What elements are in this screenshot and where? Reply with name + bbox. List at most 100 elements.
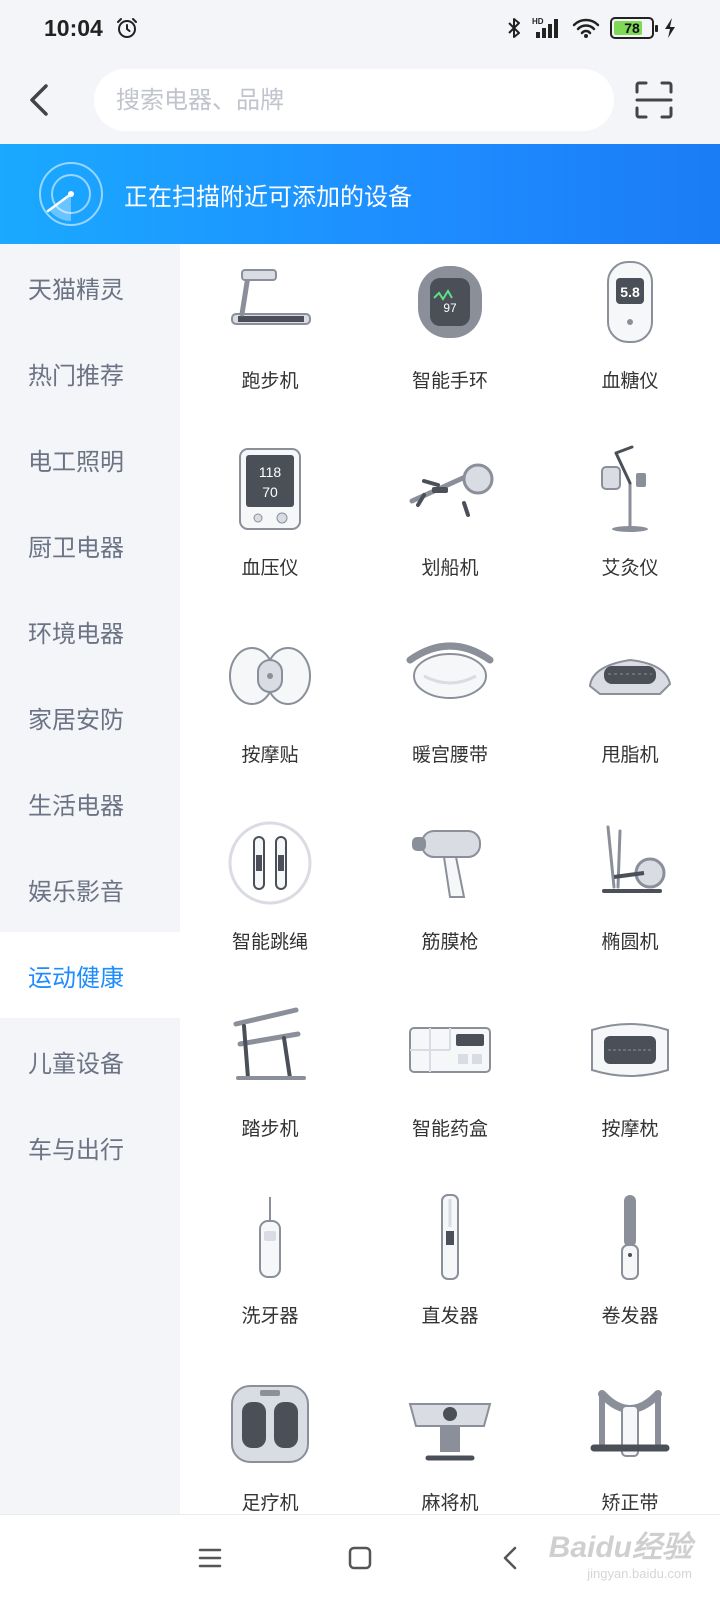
posture-corrector-icon (590, 1390, 670, 1457)
device-grid-item[interactable]: 麻将机 (360, 1366, 540, 1514)
hd-signal-icon: HD (532, 17, 558, 38)
device-label: 跑步机 (241, 370, 299, 392)
foot-massager-icon (231, 1385, 309, 1463)
device-grid-item[interactable]: 按摩贴 (180, 618, 360, 805)
chevron-left-icon (30, 84, 48, 116)
device-grid-item[interactable]: 艾灸仪 (540, 431, 720, 618)
status-bar: 10:04 HD 78 (0, 0, 720, 56)
device-grid-item[interactable]: 卷发器 (540, 1179, 720, 1366)
smart-jump-rope-icon (228, 821, 312, 905)
device-grid-item[interactable]: 筋膜枪 (360, 805, 540, 992)
device-label: 暖宫腰带 (411, 744, 488, 766)
svg-text:70: 70 (262, 484, 278, 500)
hair-straightener-icon (441, 1194, 459, 1280)
svg-text:5.8: 5.8 (620, 284, 640, 300)
sidebar-item[interactable]: 生活电器 (0, 760, 180, 846)
sidebar-item[interactable]: 厨卫电器 (0, 502, 180, 588)
device-label: 血压仪 (241, 557, 299, 579)
device-grid-item[interactable]: 118 70 血压仪 (180, 431, 360, 618)
watermark-sub: jingyan.baidu.com (587, 1566, 692, 1581)
device-grid-item[interactable]: 甩脂机 (540, 618, 720, 805)
device-grid-item[interactable]: 踏步机 (180, 992, 360, 1179)
vibration-plate-icon (588, 658, 672, 695)
battery-icon: 78 (610, 17, 658, 39)
radar-icon (39, 162, 103, 226)
device-grid-item[interactable]: 暖宫腰带 (360, 618, 540, 805)
device-grid-container: 跑步机 97 智能手环 5.8 血糖仪 118 70 血压仪 划船机 艾灸仪 按摩贴 暖宫腰带 甩脂机智… (180, 244, 720, 1514)
water-flosser-icon (259, 1197, 281, 1278)
mahjong-machine-icon (408, 1403, 492, 1461)
sidebar-item[interactable]: 热门推荐 (0, 330, 180, 416)
device-grid-item[interactable]: 椭圆机 (540, 805, 720, 992)
scan-icon[interactable] (634, 80, 674, 120)
device-label: 智能手环 (411, 370, 488, 392)
device-label: 卷发器 (601, 1305, 659, 1327)
device-grid: 跑步机 97 智能手环 5.8 血糖仪 118 70 血压仪 划船机 艾灸仪 按摩贴 暖宫腰带 甩脂机智… (180, 244, 720, 1514)
sidebar-item[interactable]: 家居安防 (0, 674, 180, 760)
device-grid-item[interactable]: 足疗机 (180, 1366, 360, 1514)
smart-band-icon: 97 (418, 266, 482, 338)
search-bar[interactable] (94, 69, 614, 131)
device-label: 踏步机 (241, 1118, 299, 1140)
sidebar-item[interactable]: 天猫精灵 (0, 244, 180, 330)
alarm-icon (116, 18, 137, 38)
device-grid-item[interactable]: 划船机 (360, 431, 540, 618)
device-grid-item[interactable]: 按摩枕 (540, 992, 720, 1179)
massage-patch-icon (229, 647, 311, 705)
smart-pill-box-icon (409, 1027, 491, 1073)
menu-icon (198, 1548, 222, 1567)
device-grid-item[interactable]: 智能跳绳 (180, 805, 360, 992)
category-sidebar: 天猫精灵 热门推荐 电工照明 厨卫电器 环境电器 家居安防 生活电器 娱乐影音 运动健康 儿童设备… (0, 244, 180, 1514)
home-square-icon (348, 1546, 372, 1569)
device-grid-item[interactable]: 智能药盒 (360, 992, 540, 1179)
svg-text:118: 118 (259, 464, 282, 480)
massage-pillow-icon (591, 1023, 669, 1077)
svg-text:97: 97 (443, 301, 457, 315)
watermark-logo: Baidu经验 (548, 1531, 692, 1564)
status-time: 10:04 (44, 14, 103, 41)
device-label: 筋膜枪 (421, 931, 479, 953)
device-grid-item[interactable]: 5.8 血糖仪 (540, 244, 720, 431)
scan-banner: 正在扫描附近可添加的设备 (0, 144, 720, 244)
device-label: 划船机 (421, 557, 479, 579)
device-label: 智能药盒 (411, 1118, 488, 1140)
device-label: 血糖仪 (601, 370, 659, 392)
device-label: 椭圆机 (601, 931, 659, 953)
sidebar-item[interactable]: 儿童设备 (0, 1018, 180, 1104)
home-button[interactable] (285, 1523, 435, 1593)
menu-button[interactable] (135, 1523, 285, 1593)
search-input[interactable] (116, 86, 614, 114)
blood-pressure-monitor-icon: 11870 (239, 448, 301, 530)
sidebar-item[interactable]: 环境电器 (0, 588, 180, 674)
device-label: 艾灸仪 (601, 557, 659, 579)
watermark: Baidu经验 jingyan.baidu.com (549, 1522, 692, 1581)
device-label: 足疗机 (241, 1492, 299, 1514)
device-label: 矫正带 (601, 1492, 659, 1514)
svg-text:HD: HD (532, 17, 544, 26)
sidebar-item[interactable]: 车与出行 (0, 1104, 180, 1190)
charging-icon (665, 18, 675, 38)
glucose-meter-icon: 5.8 (607, 261, 653, 343)
device-label: 洗牙器 (241, 1305, 299, 1327)
warming-belt-icon (406, 642, 494, 699)
back-button[interactable] (0, 60, 80, 140)
massage-gun-icon (412, 830, 481, 898)
sidebar-item[interactable]: 运动健康 (0, 932, 180, 1018)
device-grid-item[interactable]: 跑步机 (180, 244, 360, 431)
device-grid-item[interactable]: 矫正带 (540, 1366, 720, 1514)
sidebar-item[interactable]: 电工照明 (0, 416, 180, 502)
sidebar-item[interactable]: 娱乐影音 (0, 846, 180, 932)
device-grid-item[interactable]: 洗牙器 (180, 1179, 360, 1366)
device-label: 按摩贴 (241, 744, 299, 766)
device-label: 甩脂机 (601, 744, 659, 766)
back-triangle-icon (503, 1546, 517, 1569)
bluetooth-icon (508, 18, 520, 38)
header (0, 56, 720, 144)
device-label: 麻将机 (421, 1492, 479, 1514)
device-grid-item[interactable]: 直发器 (360, 1179, 540, 1366)
device-label: 直发器 (421, 1305, 479, 1327)
device-label: 智能跳绳 (231, 931, 308, 953)
wifi-icon (572, 18, 600, 38)
elliptical-machine-icon (602, 825, 666, 893)
device-grid-item[interactable]: 97 智能手环 (360, 244, 540, 431)
